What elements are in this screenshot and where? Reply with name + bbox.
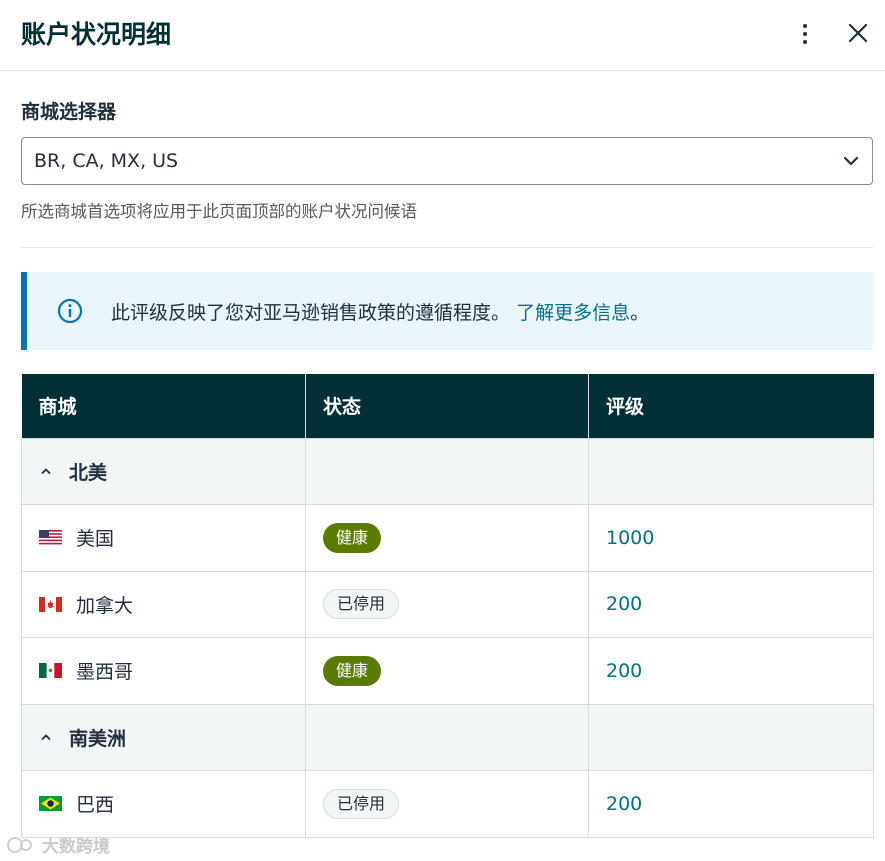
group-row-north-america[interactable]: 北美 <box>21 437 874 505</box>
table-row: 墨西哥 健康 200 <box>21 637 874 705</box>
watermark-logo-icon <box>7 836 32 853</box>
group-toggle-north-america[interactable]: 北美 <box>39 458 305 485</box>
learn-more-link[interactable]: 了解更多信息 <box>516 302 630 324</box>
info-text: 此评级反映了您对亚马逊销售政策的遵循程度。 <box>111 302 511 324</box>
watermark-text: 大数跨境 <box>42 837 110 857</box>
us-flag-icon <box>39 530 62 546</box>
group-toggle-south-america[interactable]: 南美洲 <box>39 724 305 751</box>
marketplace-selector-hint: 所选商城首选项将应用于此页面顶部的账户状况问候语 <box>21 202 417 221</box>
group-label: 南美洲 <box>69 727 127 750</box>
info-icon <box>57 298 83 324</box>
rating-value[interactable]: 200 <box>606 593 642 615</box>
br-flag-icon <box>39 796 62 812</box>
column-header-status: 状态 <box>305 374 589 438</box>
info-alert: 此评级反映了您对亚马逊销售政策的遵循程度。 了解更多信息。 <box>21 272 873 350</box>
chevron-up-icon <box>41 734 51 741</box>
watermark: 大数跨境 <box>6 832 110 857</box>
rating-value[interactable]: 1000 <box>606 527 654 549</box>
country-name: 美国 <box>76 528 115 551</box>
country-name: 加拿大 <box>76 594 134 617</box>
info-message: 此评级反映了您对亚马逊销售政策的遵循程度。 了解更多信息。 <box>111 298 649 325</box>
group-row-south-america[interactable]: 南美洲 <box>21 703 874 771</box>
chevron-up-icon <box>41 468 51 475</box>
column-header-marketplace: 商城 <box>21 374 306 438</box>
marketplace-selector-label: 商城选择器 <box>21 101 117 123</box>
close-icon[interactable] <box>845 20 871 46</box>
table-row: 加拿大 已停用 200 <box>21 570 874 638</box>
section-divider <box>21 247 873 248</box>
panel-title: 账户状况明细 <box>21 20 172 49</box>
rating-value[interactable]: 200 <box>606 660 642 682</box>
country-name: 巴西 <box>76 794 115 817</box>
rating-value[interactable]: 200 <box>606 793 642 815</box>
mx-flag-icon <box>39 663 62 679</box>
more-options-icon[interactable] <box>794 20 816 48</box>
status-badge: 健康 <box>323 522 382 553</box>
marketplace-table: 商城 状态 评级 北美 美国 健康 1000 加拿大 已停用 200 墨西哥 健… <box>21 374 874 838</box>
marketplace-selector[interactable]: BR, CA, MX, US <box>21 137 873 185</box>
chevron-down-icon <box>843 156 859 166</box>
info-suffix: 。 <box>630 302 650 324</box>
panel-header: 账户状况明细 <box>0 0 885 71</box>
status-badge: 已停用 <box>323 589 400 620</box>
group-label: 北美 <box>69 461 108 484</box>
column-header-rating: 评级 <box>588 374 874 438</box>
marketplace-selector-value: BR, CA, MX, US <box>34 150 179 172</box>
country-name: 墨西哥 <box>76 661 134 684</box>
table-row: 巴西 已停用 200 <box>21 770 874 838</box>
table-header-row: 商城 状态 评级 <box>21 374 874 438</box>
ca-flag-icon <box>39 596 62 612</box>
status-badge: 已停用 <box>323 788 400 819</box>
table-row: 美国 健康 1000 <box>21 504 874 572</box>
status-badge: 健康 <box>323 655 382 686</box>
